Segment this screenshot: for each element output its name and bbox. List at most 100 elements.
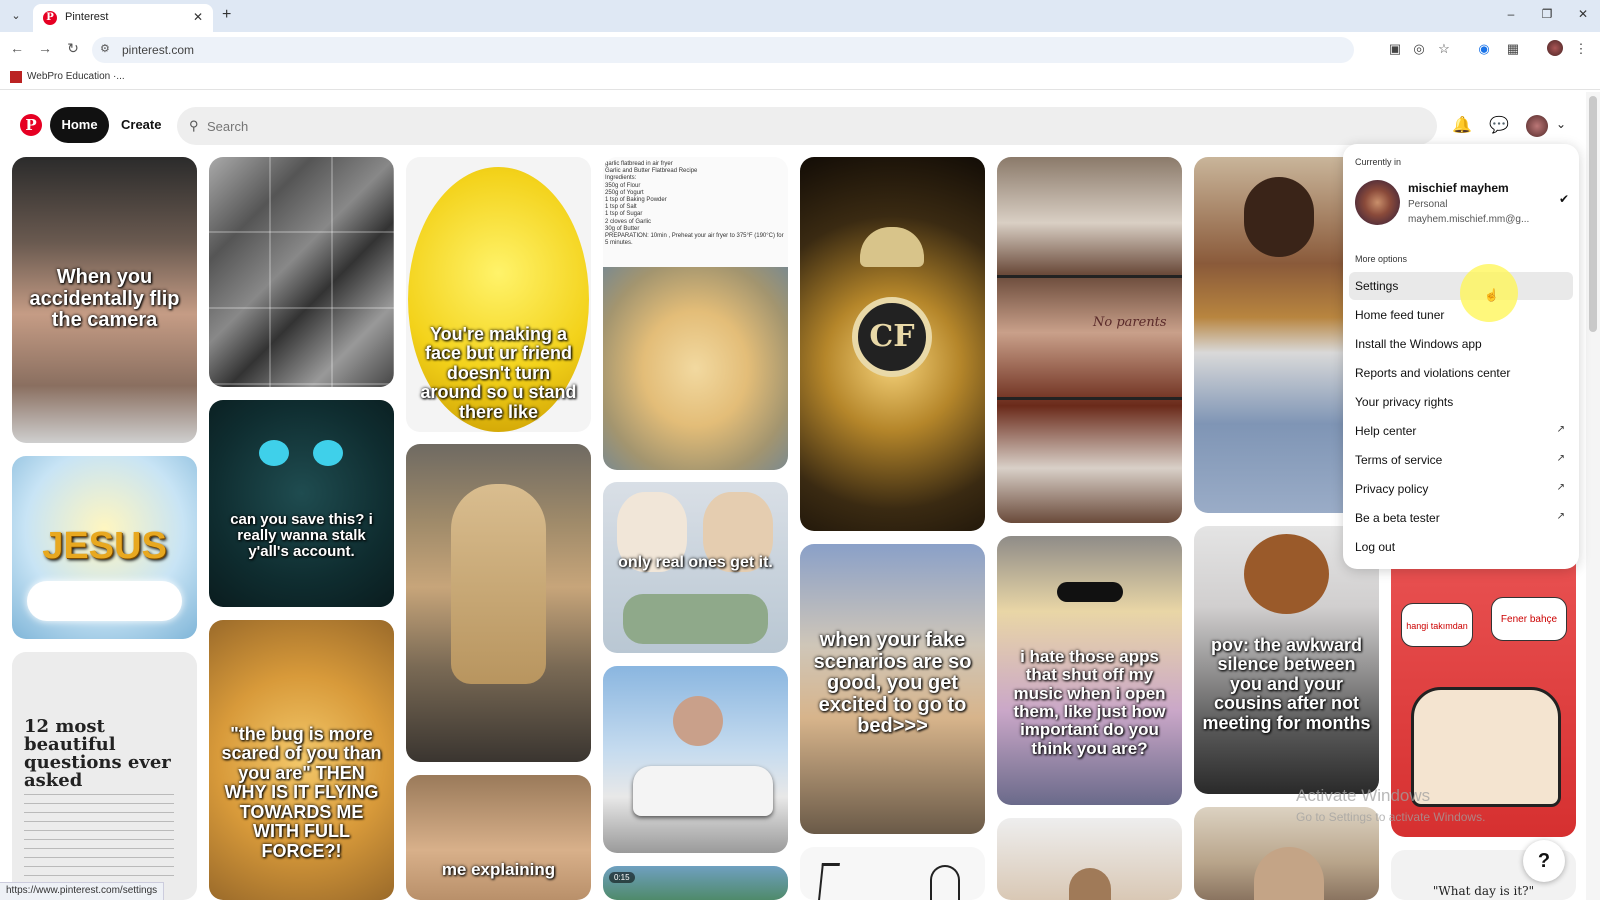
chevron-down-icon[interactable]: ⌄ xyxy=(1556,117,1566,131)
curly-hair-shape xyxy=(1244,534,1329,614)
browser-profile-avatar[interactable] xyxy=(1547,40,1563,56)
recipe-line: 1 tsp of Salt xyxy=(605,204,637,211)
help-button[interactable]: ? xyxy=(1523,840,1565,882)
pin-card[interactable] xyxy=(997,818,1182,900)
account-email: mayhem.mischief.mm@g... xyxy=(1408,214,1530,225)
menu-item-install-windows-app[interactable]: Install the Windows app xyxy=(1349,330,1573,358)
reload-icon[interactable]: ↻ xyxy=(64,40,82,57)
bookmark-favicon-icon xyxy=(10,71,22,83)
pin-card[interactable]: i hate those apps that shut off my music… xyxy=(997,536,1182,805)
kittens-shape xyxy=(623,594,768,644)
address-bar[interactable]: ⚙ pinterest.com xyxy=(92,37,1354,63)
crest-emblem: CF xyxy=(852,297,932,377)
nav-home-button[interactable]: Home xyxy=(50,107,109,143)
address-url[interactable]: pinterest.com xyxy=(122,43,194,57)
pin-card[interactable]: when your fake scenarios are so good, yo… xyxy=(800,544,985,834)
search-input[interactable] xyxy=(207,107,1407,145)
new-tab-icon[interactable]: + xyxy=(222,6,231,24)
pin-caption: You're making a face but ur friend doesn… xyxy=(420,324,577,422)
menu-item-log-out[interactable]: Log out xyxy=(1349,533,1573,561)
pinterest-favicon-icon: P xyxy=(43,11,57,25)
extensions-puzzle-icon[interactable]: ▦ xyxy=(1504,41,1522,57)
browser-tab[interactable]: P Pinterest ✕ xyxy=(33,4,213,32)
search-bar[interactable]: ⚲ xyxy=(177,107,1437,145)
sketch-line xyxy=(930,865,960,900)
bookmark-item[interactable]: WebPro Education ·... xyxy=(27,71,125,82)
nav-create-button[interactable]: Create xyxy=(121,117,161,132)
pin-card[interactable]: can you save this? i really wanna stalk … xyxy=(209,400,394,607)
pin-card[interactable]: me explaining xyxy=(406,775,591,900)
recipe-line: Ingredients: xyxy=(605,175,637,182)
pinterest-logo-icon[interactable]: P xyxy=(20,114,42,136)
menu-item-label: Help center xyxy=(1355,424,1417,438)
recipe-line: Garlic and Butter Flatbread Recipe xyxy=(605,168,698,175)
pin-card[interactable] xyxy=(603,666,788,853)
pin-card[interactable]: 12 most beautiful questions ever asked xyxy=(12,652,197,900)
bookmarks-bar: WebPro Education ·... xyxy=(0,66,1600,90)
recipe-line: 2 cloves of Garlic xyxy=(605,218,652,225)
video-duration: 0:15 xyxy=(609,872,635,883)
external-link-icon: ↗ xyxy=(1556,453,1565,464)
account-name[interactable]: mischief mayhem xyxy=(1408,181,1509,195)
pin-card[interactable] xyxy=(406,444,591,762)
pin-caption: i hate those apps that shut off my music… xyxy=(1013,647,1166,758)
notifications-bell-icon[interactable]: 🔔 xyxy=(1451,115,1473,137)
minimize-icon[interactable]: – xyxy=(1501,7,1521,21)
pin-card[interactable]: garlic flatbread in air fryer Garlic and… xyxy=(603,157,788,470)
browser-menu-icon[interactable]: ⋮ xyxy=(1572,41,1590,57)
extension-icon[interactable]: ◉ xyxy=(1475,41,1493,57)
menu-item-privacy-rights[interactable]: Your privacy rights xyxy=(1349,388,1573,416)
window-close-icon[interactable]: ✕ xyxy=(1573,7,1593,21)
back-icon[interactable]: ← xyxy=(8,40,26,56)
head-shape xyxy=(1254,847,1324,900)
recipe-line: PREPARATION: 10min , Preheat your air fr… xyxy=(605,232,784,247)
pin-card[interactable]: 0:15 xyxy=(603,866,788,900)
recipe-line: 1 tsp of Sugar xyxy=(605,211,643,218)
pin-card[interactable]: You're making a face but ur friend doesn… xyxy=(406,157,591,432)
external-link-icon: ↗ xyxy=(1556,424,1565,435)
activate-windows-subtitle: Go to Settings to activate Windows. xyxy=(1296,810,1486,824)
external-link-icon: ↗ xyxy=(1556,511,1565,522)
pin-card[interactable]: "the bug is more scared of you than you … xyxy=(209,620,394,900)
menu-item-reports-violations[interactable]: Reports and violations center xyxy=(1349,359,1573,387)
bookmark-star-icon[interactable]: ☆ xyxy=(1435,41,1453,57)
pin-card[interactable]: When you accidentally flip the camera xyxy=(12,157,197,443)
recipe-line: 1 tsp of Baking Powder xyxy=(605,196,667,203)
search-icon: ⚲ xyxy=(189,118,199,133)
install-app-icon[interactable]: ▣ xyxy=(1386,41,1404,57)
menu-section-label: More options xyxy=(1355,254,1408,264)
crown-shape xyxy=(860,227,924,267)
menu-item-privacy-policy[interactable]: Privacy policy ↗ xyxy=(1349,475,1573,503)
pin-card[interactable] xyxy=(209,157,394,387)
pin-card[interactable]: CF xyxy=(800,157,985,531)
browser-toolbar: ← → ↻ ⚙ pinterest.com ▣ ◎ ☆ ◉ ▦ ⋮ xyxy=(0,32,1600,66)
menu-item-help-center[interactable]: Help center ↗ xyxy=(1349,417,1573,445)
menu-item-terms-of-service[interactable]: Terms of service ↗ xyxy=(1349,446,1573,474)
menu-item-label: Be a beta tester xyxy=(1355,511,1440,525)
cat-eye xyxy=(313,440,343,466)
menu-item-home-feed-tuner[interactable]: Home feed tuner xyxy=(1349,301,1573,329)
account-avatar[interactable] xyxy=(1355,180,1400,225)
menu-item-beta-tester[interactable]: Be a beta tester ↗ xyxy=(1349,504,1573,532)
pin-card[interactable]: only real ones get it. xyxy=(603,482,788,653)
close-tab-icon[interactable]: ✕ xyxy=(193,10,203,24)
scrollbar-thumb[interactable] xyxy=(1589,96,1597,332)
pin-caption: me explaining xyxy=(441,860,556,879)
head-shape xyxy=(1069,868,1111,900)
recipe-line: 30g of Butter xyxy=(605,225,640,232)
menu-item-label: Home feed tuner xyxy=(1355,308,1445,322)
pin-card[interactable]: No parents xyxy=(997,157,1182,523)
messages-icon[interactable]: 💬 xyxy=(1488,115,1510,137)
tab-search-icon[interactable]: ⌄ xyxy=(8,8,24,24)
recipe-text: garlic flatbread in air fryer Garlic and… xyxy=(605,161,785,247)
profile-avatar[interactable] xyxy=(1526,115,1548,137)
restore-icon[interactable]: ❐ xyxy=(1537,7,1557,21)
site-info-icon[interactable]: ⚙ xyxy=(100,42,110,55)
pin-card[interactable] xyxy=(800,847,985,900)
tab-title: Pinterest xyxy=(65,11,109,23)
forward-icon[interactable]: → xyxy=(36,40,54,56)
cloud-shape xyxy=(27,581,182,621)
eye-off-icon[interactable]: ◎ xyxy=(1410,41,1428,57)
pin-card[interactable]: JESUS xyxy=(12,456,197,639)
collage-divider xyxy=(997,397,1182,400)
